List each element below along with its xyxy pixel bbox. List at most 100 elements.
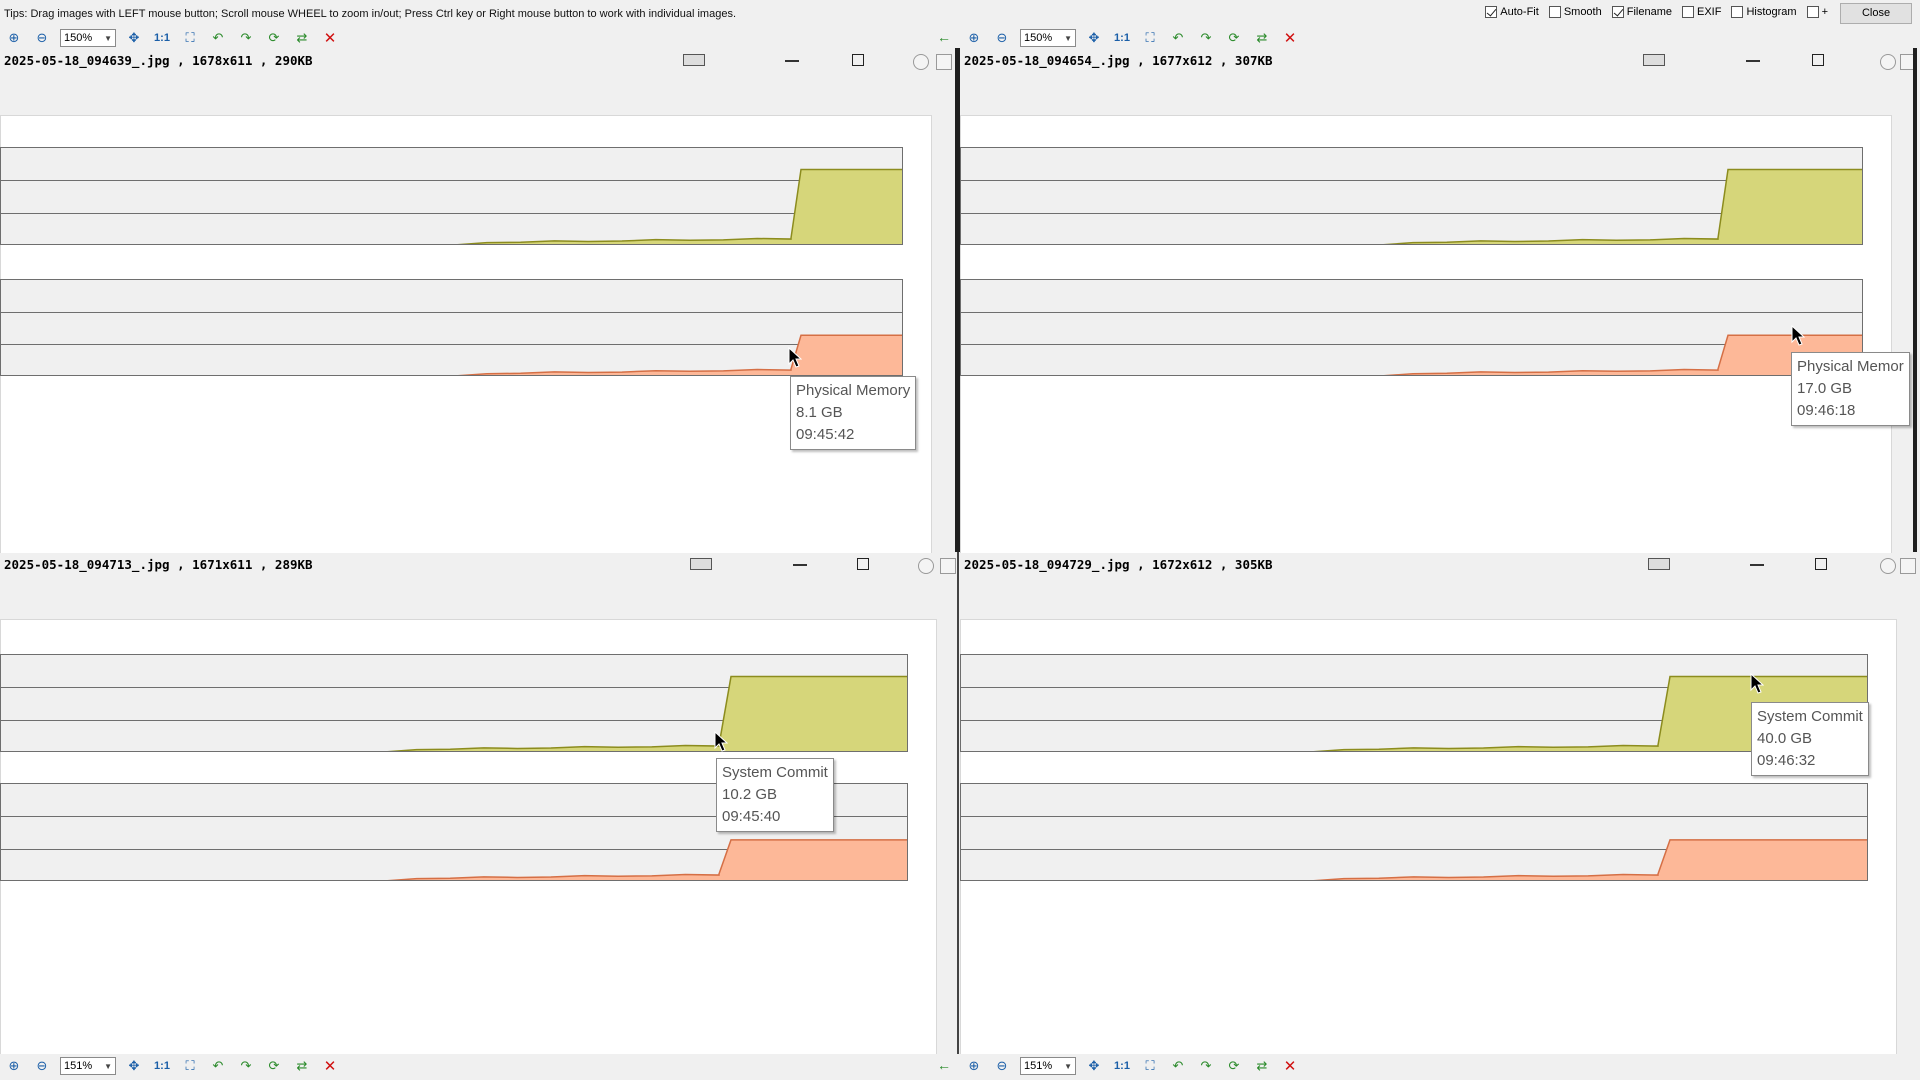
sync-icon[interactable]: ⟳ xyxy=(260,28,288,48)
minimize-icon[interactable] xyxy=(1750,564,1764,566)
exif-checkbox[interactable] xyxy=(1681,6,1694,18)
option-auto-fit[interactable]: Auto-Fit xyxy=(1485,6,1539,18)
radio-circle-icon[interactable] xyxy=(1880,558,1896,574)
memory-chart-svg xyxy=(1313,839,1867,880)
memory-chart-area xyxy=(1324,839,1867,880)
close-x-icon[interactable]: ✕ xyxy=(1276,1056,1304,1076)
smooth-checkbox[interactable] xyxy=(1548,6,1561,18)
memory-chart xyxy=(0,279,903,376)
sync-icon[interactable]: ⟳ xyxy=(1220,1056,1248,1076)
radio-circle-icon[interactable] xyxy=(918,558,934,574)
rotate-left-icon[interactable]: ↶ xyxy=(1164,1056,1192,1076)
fit-icon[interactable]: ⛶ xyxy=(1136,1056,1164,1076)
rotate-left-icon[interactable]: ↶ xyxy=(204,1056,232,1076)
save-icon[interactable]: ⇄ xyxy=(1248,28,1276,48)
option-plus[interactable]: + xyxy=(1806,6,1828,18)
image-pane-3[interactable]: 2025-05-18_094713_.jpg , 1671x611 , 289K… xyxy=(0,554,957,1054)
close-x-icon[interactable]: ✕ xyxy=(316,1056,344,1076)
maximize-icon[interactable] xyxy=(852,54,864,66)
option-exif[interactable]: EXIF xyxy=(1681,6,1721,18)
tooltip-series: System Commit xyxy=(722,764,828,781)
zoom-out-icon[interactable]: ⊖ xyxy=(28,1056,56,1076)
tooltip-time: 09:45:42 xyxy=(796,426,855,443)
one-to-one-button[interactable]: 1:1 xyxy=(1108,1056,1136,1076)
minimize-icon[interactable] xyxy=(1746,60,1760,62)
minimize-icon[interactable] xyxy=(785,60,799,62)
sync-icon[interactable]: ⟳ xyxy=(260,1056,288,1076)
close-x-icon[interactable]: ✕ xyxy=(1276,28,1304,48)
mouse-cursor-icon xyxy=(1791,324,1806,350)
radio-circle-icon[interactable] xyxy=(1880,54,1896,70)
zoom-select[interactable]: 151% ▼ xyxy=(1020,1057,1076,1075)
zoom-select[interactable]: 151% ▼ xyxy=(60,1057,116,1075)
plus-checkbox[interactable] xyxy=(1806,6,1819,18)
zoom-out-icon[interactable]: ⊖ xyxy=(988,28,1016,48)
zoom-in-icon[interactable]: ⊕ xyxy=(0,28,28,48)
rotate-right-icon[interactable]: ↷ xyxy=(232,1056,260,1076)
tooltip-time: 09:46:32 xyxy=(1757,752,1816,769)
sync-icon[interactable]: ⟳ xyxy=(1220,28,1248,48)
fit-icon[interactable]: ⛶ xyxy=(176,1056,204,1076)
save-icon[interactable]: ⇄ xyxy=(288,1056,316,1076)
option-smooth[interactable]: Smooth xyxy=(1548,6,1602,18)
back-arrow-top-icon[interactable]: ← xyxy=(937,29,951,45)
pane-divider-vertical[interactable] xyxy=(955,48,960,552)
pane-divider-bottom[interactable] xyxy=(957,552,959,1054)
filename-checkbox[interactable] xyxy=(1611,6,1624,18)
close-button[interactable]: Close xyxy=(1840,3,1912,24)
select-square-icon[interactable] xyxy=(940,558,956,574)
tips-text: Tips: Drag images with LEFT mouse button… xyxy=(4,8,736,20)
maximize-icon[interactable] xyxy=(1815,558,1827,570)
zoom-out-icon[interactable]: ⊖ xyxy=(988,1056,1016,1076)
split-view-icon[interactable] xyxy=(1643,54,1665,66)
image-pane-2[interactable]: 2025-05-18_094654_.jpg , 1677x612 , 307K… xyxy=(960,50,1920,553)
chart-tooltip: System Commit 40.0 GB 09:46:32 xyxy=(1751,702,1869,776)
zoom-value: 151% xyxy=(64,1060,93,1072)
split-view-icon[interactable] xyxy=(690,558,712,570)
zoom-in-icon[interactable]: ⊕ xyxy=(960,28,988,48)
maximize-icon[interactable] xyxy=(857,558,869,570)
fit-icon[interactable]: ⛶ xyxy=(176,28,204,48)
rotate-right-icon[interactable]: ↷ xyxy=(1192,1056,1220,1076)
image-pane-4[interactable]: 2025-05-18_094729_.jpg , 1672x612 , 305K… xyxy=(960,554,1920,1054)
rotate-left-icon[interactable]: ↶ xyxy=(204,28,232,48)
histogram-checkbox[interactable] xyxy=(1731,6,1744,18)
tooltip-value: 10.2 GB xyxy=(722,786,778,803)
zoom-select[interactable]: 150% ▼ xyxy=(60,29,116,47)
zoom-in-icon[interactable]: ⊕ xyxy=(960,1056,988,1076)
radio-circle-icon[interactable] xyxy=(913,54,929,70)
split-view-icon[interactable] xyxy=(1648,558,1670,570)
zoom-select[interactable]: 150% ▼ xyxy=(1020,29,1076,47)
toolbar-top-right: ⊕ ⊖ 150% ▼ ✥ 1:1 ⛶ ↶ ↷ ⟳ ⇄ ✕ xyxy=(960,27,1920,49)
rotate-left-icon[interactable]: ↶ xyxy=(1164,28,1192,48)
maximize-icon[interactable] xyxy=(1812,54,1824,66)
image-filename-label: 2025-05-18_094654_.jpg , 1677x612 , 307K… xyxy=(964,53,1273,68)
image-filename-label: 2025-05-18_094713_.jpg , 1671x611 , 289K… xyxy=(4,557,313,572)
move-icon[interactable]: ✥ xyxy=(1080,1056,1108,1076)
move-icon[interactable]: ✥ xyxy=(120,28,148,48)
back-arrow-bottom-icon[interactable]: ← xyxy=(937,1057,951,1073)
select-square-icon[interactable] xyxy=(1900,558,1916,574)
save-icon[interactable]: ⇄ xyxy=(1248,1056,1276,1076)
option-histogram[interactable]: Histogram xyxy=(1731,6,1797,18)
option-filename[interactable]: Filename xyxy=(1611,6,1672,18)
image-pane-1[interactable]: 2025-05-18_094639_.jpg , 1678x611 , 290K… xyxy=(0,50,955,553)
auto-fit-checkbox[interactable] xyxy=(1485,6,1498,18)
one-to-one-button[interactable]: 1:1 xyxy=(148,28,176,48)
rotate-right-icon[interactable]: ↷ xyxy=(1192,28,1220,48)
split-view-icon[interactable] xyxy=(683,54,705,66)
move-icon[interactable]: ✥ xyxy=(120,1056,148,1076)
move-icon[interactable]: ✥ xyxy=(1080,28,1108,48)
chevron-down-icon: ▼ xyxy=(104,33,112,43)
select-square-icon[interactable] xyxy=(936,54,952,70)
minimize-icon[interactable] xyxy=(793,564,807,566)
one-to-one-button[interactable]: 1:1 xyxy=(148,1056,176,1076)
fit-icon[interactable]: ⛶ xyxy=(1136,28,1164,48)
zoom-in-icon[interactable]: ⊕ xyxy=(0,1056,28,1076)
save-icon[interactable]: ⇄ xyxy=(288,28,316,48)
toolbar-bottom-right: ⊕ ⊖ 151% ▼ ✥ 1:1 ⛶ ↶ ↷ ⟳ ⇄ ✕ xyxy=(960,1055,1920,1077)
one-to-one-button[interactable]: 1:1 xyxy=(1108,28,1136,48)
zoom-out-icon[interactable]: ⊖ xyxy=(28,28,56,48)
rotate-right-icon[interactable]: ↷ xyxy=(232,28,260,48)
close-x-icon[interactable]: ✕ xyxy=(316,28,344,48)
